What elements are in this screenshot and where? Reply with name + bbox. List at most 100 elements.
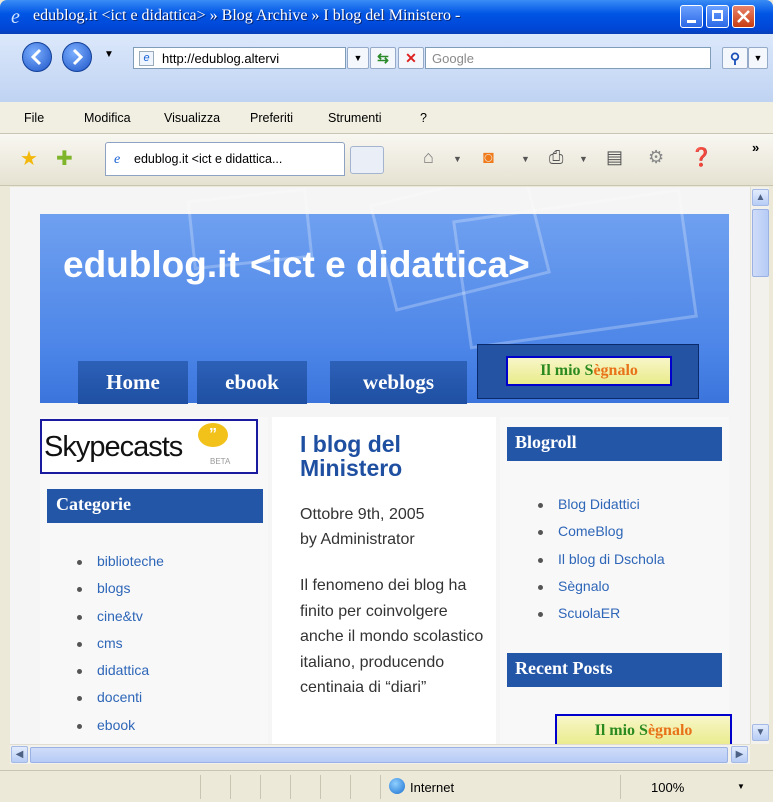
new-tab-button[interactable] [350,146,384,174]
blogroll-link[interactable]: Sègnalo [538,578,665,605]
status-divider [260,775,261,799]
vertical-scrollbar[interactable]: ▲ ▼ [750,187,769,744]
post-author: by Administrator [300,531,415,548]
category-link[interactable]: cms [77,635,164,662]
help-icon[interactable]: ❓ [690,147,712,168]
blogroll-link[interactable]: Il blog di Dschola [538,551,665,578]
menu-bar: File Modifica Visualizza Preferiti Strum… [0,102,773,134]
back-arrow-icon [30,48,42,66]
back-button[interactable] [22,42,52,72]
security-zone[interactable]: Internet [410,780,454,795]
category-link[interactable]: blogs [77,580,164,607]
blogroll-link[interactable]: Blog Didattici [538,496,665,523]
forward-button[interactable] [62,42,92,72]
history-dropdown-icon[interactable]: ▼ [104,49,114,60]
tools-gear-icon[interactable]: ⚙ [648,147,664,168]
scroll-right-button[interactable]: ▶ [731,746,748,763]
menu-file[interactable]: File [24,111,44,125]
refresh-button[interactable]: ⇆ [370,47,396,69]
chevron-down-icon[interactable]: ▼ [579,154,588,164]
chevron-down-icon[interactable]: ▼ [453,154,462,164]
nav-weblogs[interactable]: weblogs [330,361,467,404]
scroll-left-button[interactable]: ◀ [11,746,28,763]
minimize-button[interactable] [680,5,703,28]
refresh-icon: ⇆ [377,50,389,66]
window-title-bar[interactable]: e edublog.it <ict e didattica> » Blog Ar… [0,0,773,34]
chevron-left-icon: ◀ [15,749,24,760]
skypecasts-banner[interactable]: Skypecasts ” BETA [40,419,258,474]
search-input[interactable]: Google [432,51,474,66]
categories-list: biblioteche blogs cine&tv cms didattica … [77,553,164,744]
zoom-dropdown-icon[interactable]: ▼ [737,782,745,791]
chevron-down-icon: ▼ [353,53,363,63]
favorites-star-icon[interactable]: ★ [20,146,38,171]
home-icon[interactable]: ⌂ [423,147,434,168]
blogroll-list: Blog Didattici ComeBlog Il blog di Dscho… [538,496,665,632]
recent-posts-heading: Recent Posts [507,653,722,687]
post-meta: Ottobre 9th, 2005 by Administrator [300,502,490,552]
tab-command-bar: ★ ✚ e edublog.it <ict e didattica... ⌂ ▼… [0,134,773,186]
horizontal-scrollbar[interactable]: ◀ ▶ [10,744,750,764]
nav-signalo[interactable]: Il mio Sègnalo [477,344,699,399]
chevron-right-icon: ▶ [735,749,744,760]
scroll-up-button[interactable]: ▲ [752,189,769,206]
status-divider [230,775,231,799]
category-link[interactable]: docenti [77,689,164,716]
zoom-level[interactable]: 100% [651,780,684,795]
post-date: Ottobre 9th, 2005 [300,506,425,523]
nav-home[interactable]: Home [78,361,188,404]
window-title: edublog.it <ict e didattica> » Blog Arch… [33,7,461,24]
address-bar[interactable]: e http://edublog.altervi [133,47,346,69]
status-divider [350,775,351,799]
category-link[interactable]: biblioteche [77,553,164,580]
scroll-down-button[interactable]: ▼ [752,724,769,741]
rss-feed-icon[interactable]: ◙ [483,147,494,168]
menu-help[interactable]: ? [420,111,427,125]
stop-button[interactable]: ✕ [398,47,424,69]
page-icon: e [114,152,121,167]
signalo-sidebar-banner[interactable]: Il mio Sègnalo [555,714,732,744]
menu-modifica[interactable]: Modifica [84,111,131,125]
more-icon[interactable]: » [752,140,759,155]
search-icon: ⚲ [729,50,741,66]
chevron-up-icon: ▲ [755,192,766,203]
tab-label: edublog.it <ict e didattica... [134,152,283,166]
category-link[interactable]: ebook [77,717,164,744]
signalo-banner[interactable]: Il mio Sègnalo [506,356,672,386]
search-button[interactable]: ⚲ [722,47,748,69]
horizontal-scroll-thumb[interactable] [30,747,728,763]
print-icon[interactable]: ⎙ [549,147,563,168]
category-link[interactable]: cine&tv [77,608,164,635]
page-icon: e [139,51,154,66]
add-favorite-icon[interactable]: ✚ [56,146,73,171]
blogroll-link[interactable]: ScuolaER [538,605,665,632]
beta-label: BETA [210,457,231,466]
tab-current[interactable]: e edublog.it <ict e didattica... [105,142,345,176]
nav-ebook[interactable]: ebook [197,361,307,404]
menu-strumenti[interactable]: Strumenti [328,111,382,125]
signalo-text-part1: Il mio S [594,722,648,739]
post-title[interactable]: I blog del Ministero [300,432,480,480]
close-button[interactable] [732,5,755,28]
maximize-button[interactable] [706,5,729,28]
page-viewport[interactable]: edublog.it <ict e didattica> Home ebook … [10,187,750,744]
vertical-scroll-thumb[interactable] [752,209,769,277]
address-input[interactable]: http://edublog.altervi [162,51,327,66]
search-options-button[interactable]: ▼ [748,47,768,69]
chevron-down-icon[interactable]: ▼ [521,154,530,164]
address-dropdown-button[interactable]: ▼ [347,47,369,69]
status-bar: Internet 100% ▼ [0,770,773,802]
menu-preferiti[interactable]: Preferiti [250,111,293,125]
page-menu-icon[interactable]: ▤ [606,147,623,168]
signalo-text-part2: ègnalo [593,362,638,379]
menu-visualizza[interactable]: Visualizza [164,111,220,125]
internet-explorer-icon: e [11,6,20,26]
chevron-down-icon: ▼ [753,53,763,63]
category-link[interactable]: didattica [77,662,164,689]
search-box[interactable]: Google [425,47,711,69]
blogroll-link[interactable]: ComeBlog [538,523,665,550]
close-icon [737,10,750,23]
globe-icon [389,778,405,794]
chevron-down-icon: ▼ [755,727,766,738]
site-title[interactable]: edublog.it <ict e didattica> [63,244,530,286]
